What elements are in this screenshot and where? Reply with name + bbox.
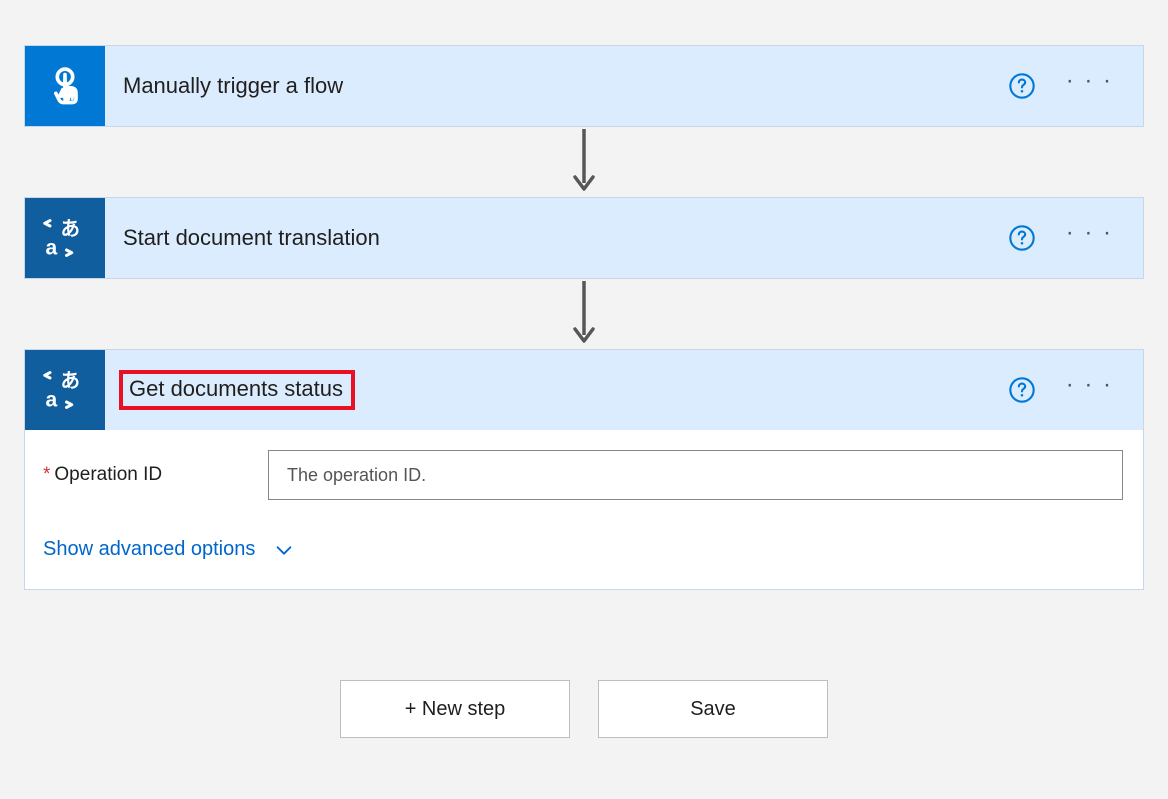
translate-icon: あ a — [25, 350, 105, 430]
svg-text:a: a — [46, 237, 58, 260]
step-header[interactable]: Manually trigger a flow · · · — [25, 46, 1143, 126]
step-title: Start document translation — [123, 225, 1008, 251]
required-marker: * — [43, 464, 50, 486]
new-step-button[interactable]: + New step — [340, 680, 570, 738]
step-title: Manually trigger a flow — [123, 73, 1008, 99]
svg-text:a: a — [46, 389, 58, 412]
connector-arrow — [569, 127, 599, 197]
step-actions: · · · — [1008, 221, 1143, 255]
step-title: Get documents status — [129, 376, 343, 401]
step-actions: · · · — [1008, 373, 1143, 407]
advanced-label: Show advanced options — [43, 538, 255, 561]
step-start-translation[interactable]: あ a Start document translation · · · — [24, 197, 1144, 279]
more-icon[interactable]: · · · — [1066, 69, 1113, 103]
translate-icon: あ a — [25, 198, 105, 278]
step-manual-trigger[interactable]: Manually trigger a flow · · · — [24, 45, 1144, 127]
footer-buttons: + New step Save — [340, 680, 828, 738]
label-text: Operation ID — [54, 464, 162, 486]
form-row-operation-id: * Operation ID — [43, 450, 1123, 500]
step-actions: · · · — [1008, 69, 1143, 103]
save-button[interactable]: Save — [598, 680, 828, 738]
chevron-down-icon — [273, 539, 295, 561]
highlighted-title-box: Get documents status — [119, 370, 355, 410]
help-icon[interactable] — [1008, 224, 1036, 252]
more-icon[interactable]: · · · — [1066, 373, 1113, 407]
operation-id-label: * Operation ID — [43, 464, 268, 486]
show-advanced-options[interactable]: Show advanced options — [43, 538, 1123, 561]
step-get-documents-status[interactable]: あ a Get documents status · · · * Operati… — [24, 349, 1144, 590]
step-body: * Operation ID Show advanced options — [25, 430, 1143, 589]
tap-icon — [25, 46, 105, 126]
svg-text:あ: あ — [61, 218, 81, 240]
operation-id-input[interactable] — [268, 450, 1123, 500]
help-icon[interactable] — [1008, 72, 1036, 100]
step-header[interactable]: あ a Get documents status · · · — [25, 350, 1143, 430]
svg-text:あ: あ — [61, 370, 81, 392]
more-icon[interactable]: · · · — [1066, 221, 1113, 255]
connector-arrow — [569, 279, 599, 349]
help-icon[interactable] — [1008, 376, 1036, 404]
step-header[interactable]: あ a Start document translation · · · — [25, 198, 1143, 278]
flow-canvas: Manually trigger a flow · · · あ a — [24, 45, 1144, 738]
